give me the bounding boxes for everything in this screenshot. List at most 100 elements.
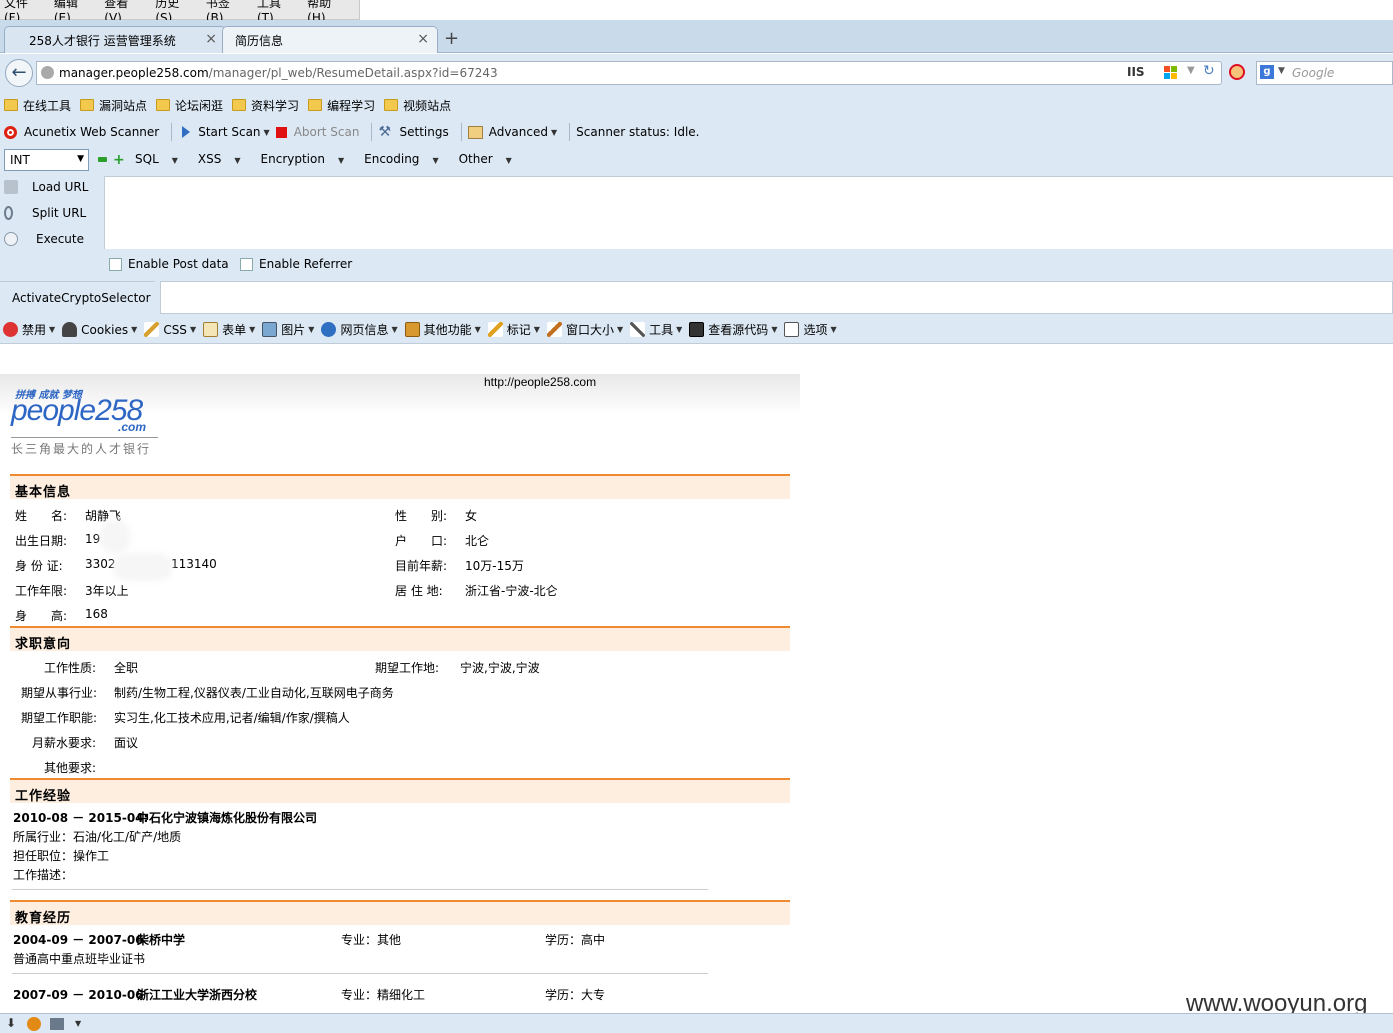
advanced-button[interactable]: Advanced ▼	[467, 125, 557, 139]
hackbar-menu-xss[interactable]: XSS ▼	[198, 152, 251, 166]
activate-crypto-selector-button[interactable]: ActivateCryptoSelector	[0, 281, 155, 313]
load-url-button[interactable]: Load URL	[4, 180, 88, 194]
int-select[interactable]: INT ▼	[4, 149, 89, 171]
close-tab-icon[interactable]: ×	[417, 31, 429, 47]
other-req-label: 其他要求:	[44, 761, 97, 775]
hackbar-url-textarea[interactable]	[104, 176, 1393, 249]
bookmark-label: 视频站点	[403, 98, 452, 113]
checkbox-box	[109, 257, 122, 271]
gender-label: 性 别:	[395, 509, 448, 523]
start-scan-button[interactable]: Start Scan ▼	[178, 125, 270, 139]
bookmark-folder-coding[interactable]: 编程学习	[308, 97, 375, 114]
execute-button[interactable]: Execute	[4, 232, 84, 246]
caret-down-icon: ▼	[474, 325, 481, 334]
devbar-page-info[interactable]: 网页信息 ▼	[321, 321, 398, 338]
birth-label: 出生日期:	[15, 534, 68, 548]
status-dropdown-icon[interactable]: ▼	[75, 1019, 81, 1028]
tab-resume-info[interactable]: 简历信息 ×	[222, 26, 438, 53]
devbar-label: 查看源代码	[708, 323, 769, 337]
redaction-blur	[100, 520, 130, 554]
info-icon	[321, 322, 337, 337]
devbar-tools[interactable]: 工具 ▼	[630, 321, 682, 338]
bookmark-folder-study[interactable]: 资料学习	[232, 97, 299, 114]
acunetix-brand[interactable]: Acunetix Web Scanner	[4, 125, 159, 139]
height-label: 身 高:	[15, 609, 68, 623]
devbar-label: 窗口大小	[565, 323, 614, 337]
tab-operations-system[interactable]: 258人才银行 运营管理系统 ×	[4, 26, 226, 53]
search-engine-dropdown-icon[interactable]: ▼	[1278, 66, 1285, 76]
google-search-engine-icon[interactable]: g	[1260, 65, 1274, 79]
caret-down-icon: ▼	[131, 325, 138, 334]
devbar-css[interactable]: CSS ▼	[144, 322, 196, 337]
scissors-icon	[4, 206, 13, 220]
crypto-input[interactable]	[160, 281, 1393, 314]
bookmark-folder-vuln[interactable]: 漏洞站点	[80, 97, 147, 114]
folder-icon	[308, 99, 323, 111]
decrement-icon[interactable]	[98, 157, 107, 162]
reload-icon[interactable]: ↻	[1203, 63, 1215, 79]
url-text[interactable]: manager.people258.com/manager/pl_web/Res…	[59, 66, 498, 80]
devbar-resize[interactable]: 窗口大小 ▼	[546, 321, 623, 338]
web-developer-toolbar: 禁用 ▼ Cookies ▼ CSS ▼ 表单 ▼ 图片 ▼ 网页信息 ▼ 其他功能 ▼ 标记…	[0, 316, 1393, 344]
url-history-dropdown-icon[interactable]: ▼	[1187, 65, 1195, 76]
devbar-misc[interactable]: 其他功能 ▼	[404, 321, 481, 338]
screenshot-icon[interactable]	[50, 1018, 64, 1030]
hackbar-menu-encryption[interactable]: Encryption ▼	[261, 152, 355, 166]
name-label: 姓 名:	[15, 509, 68, 523]
bookmark-folder-tools[interactable]: 在线工具	[4, 97, 71, 114]
section-education: 教育经历	[10, 900, 790, 926]
devbar-label: 禁用	[22, 323, 47, 337]
noscript-icon[interactable]	[1229, 64, 1245, 80]
job-type-value: 全职	[114, 661, 139, 675]
devbar-view-source[interactable]: 查看源代码 ▼	[689, 321, 777, 338]
devbar-disable[interactable]: 禁用 ▼	[3, 321, 55, 338]
bookmark-folder-video[interactable]: 视频站点	[384, 97, 451, 114]
hackbar-menu: SQL ▼ XSS ▼ Encryption ▼ Encoding ▼ Other ▼	[135, 152, 532, 166]
tools-icon	[630, 322, 646, 337]
firebug-icon[interactable]	[27, 1017, 41, 1031]
edu-school: 浙江工业大学浙西分校	[137, 988, 258, 1002]
devbar-outline[interactable]: 标记 ▼	[487, 321, 540, 338]
section-basic-info: 基本信息	[10, 474, 790, 500]
forms-icon	[203, 322, 219, 337]
search-placeholder: Google	[1292, 66, 1335, 80]
devbar-cookies[interactable]: Cookies ▼	[62, 322, 137, 337]
enable-post-checkbox[interactable]: Enable Post data	[109, 257, 229, 271]
edu-period: 2007-09 － 2010-06	[13, 988, 144, 1002]
settings-button[interactable]: ⚒ Settings	[378, 125, 448, 139]
devbar-images[interactable]: 图片 ▼	[262, 321, 314, 338]
enable-referrer-checkbox[interactable]: Enable Referrer	[240, 257, 352, 271]
close-tab-icon[interactable]: ×	[205, 31, 217, 47]
residence-label: 居 住 地:	[395, 584, 443, 598]
back-button[interactable]: ←	[5, 59, 33, 87]
site-url: http://people258.com	[484, 375, 597, 389]
hackbar-menu-encoding[interactable]: Encoding ▼	[364, 152, 448, 166]
job-place-value: 宁波,宁波,宁波	[460, 661, 540, 675]
url-path: /manager/pl_web/ResumeDetail.aspx?id=672…	[208, 66, 498, 80]
abort-scan-button[interactable]: Abort Scan	[275, 125, 359, 139]
hukou-value: 北仑	[465, 534, 490, 548]
download-arrow-icon[interactable]: ⬇	[6, 1016, 16, 1030]
hackbar-menu-sql[interactable]: SQL ▼	[135, 152, 188, 166]
job-function-value: 实习生,化工技术应用,记者/编辑/作家/撰稿人	[114, 711, 350, 725]
split-url-label: Split URL	[32, 206, 87, 220]
birth-value: 19	[85, 532, 101, 546]
hackbar-menu-other[interactable]: Other ▼	[459, 152, 522, 166]
bookmark-folder-forum[interactable]: 论坛闲逛	[156, 97, 223, 114]
css-pencil-icon	[144, 322, 160, 337]
site-identity-icon[interactable]	[41, 66, 54, 79]
caret-down-icon: ▼	[49, 325, 56, 334]
job-function-label: 期望工作职能:	[21, 711, 98, 725]
cookies-icon	[62, 322, 78, 337]
menu-label: XSS	[197, 152, 222, 166]
separator	[371, 123, 373, 141]
devbar-label: 网页信息	[340, 323, 389, 337]
increment-icon[interactable]: +	[113, 152, 125, 168]
devbar-forms[interactable]: 表单 ▼	[203, 321, 255, 338]
split-url-button[interactable]: Split URL	[4, 206, 86, 220]
separator	[460, 123, 462, 141]
new-tab-button[interactable]: +	[444, 28, 459, 49]
folder-icon	[232, 99, 247, 111]
devbar-options[interactable]: 选项 ▼	[784, 321, 837, 338]
devbar-label: 选项	[803, 323, 828, 337]
